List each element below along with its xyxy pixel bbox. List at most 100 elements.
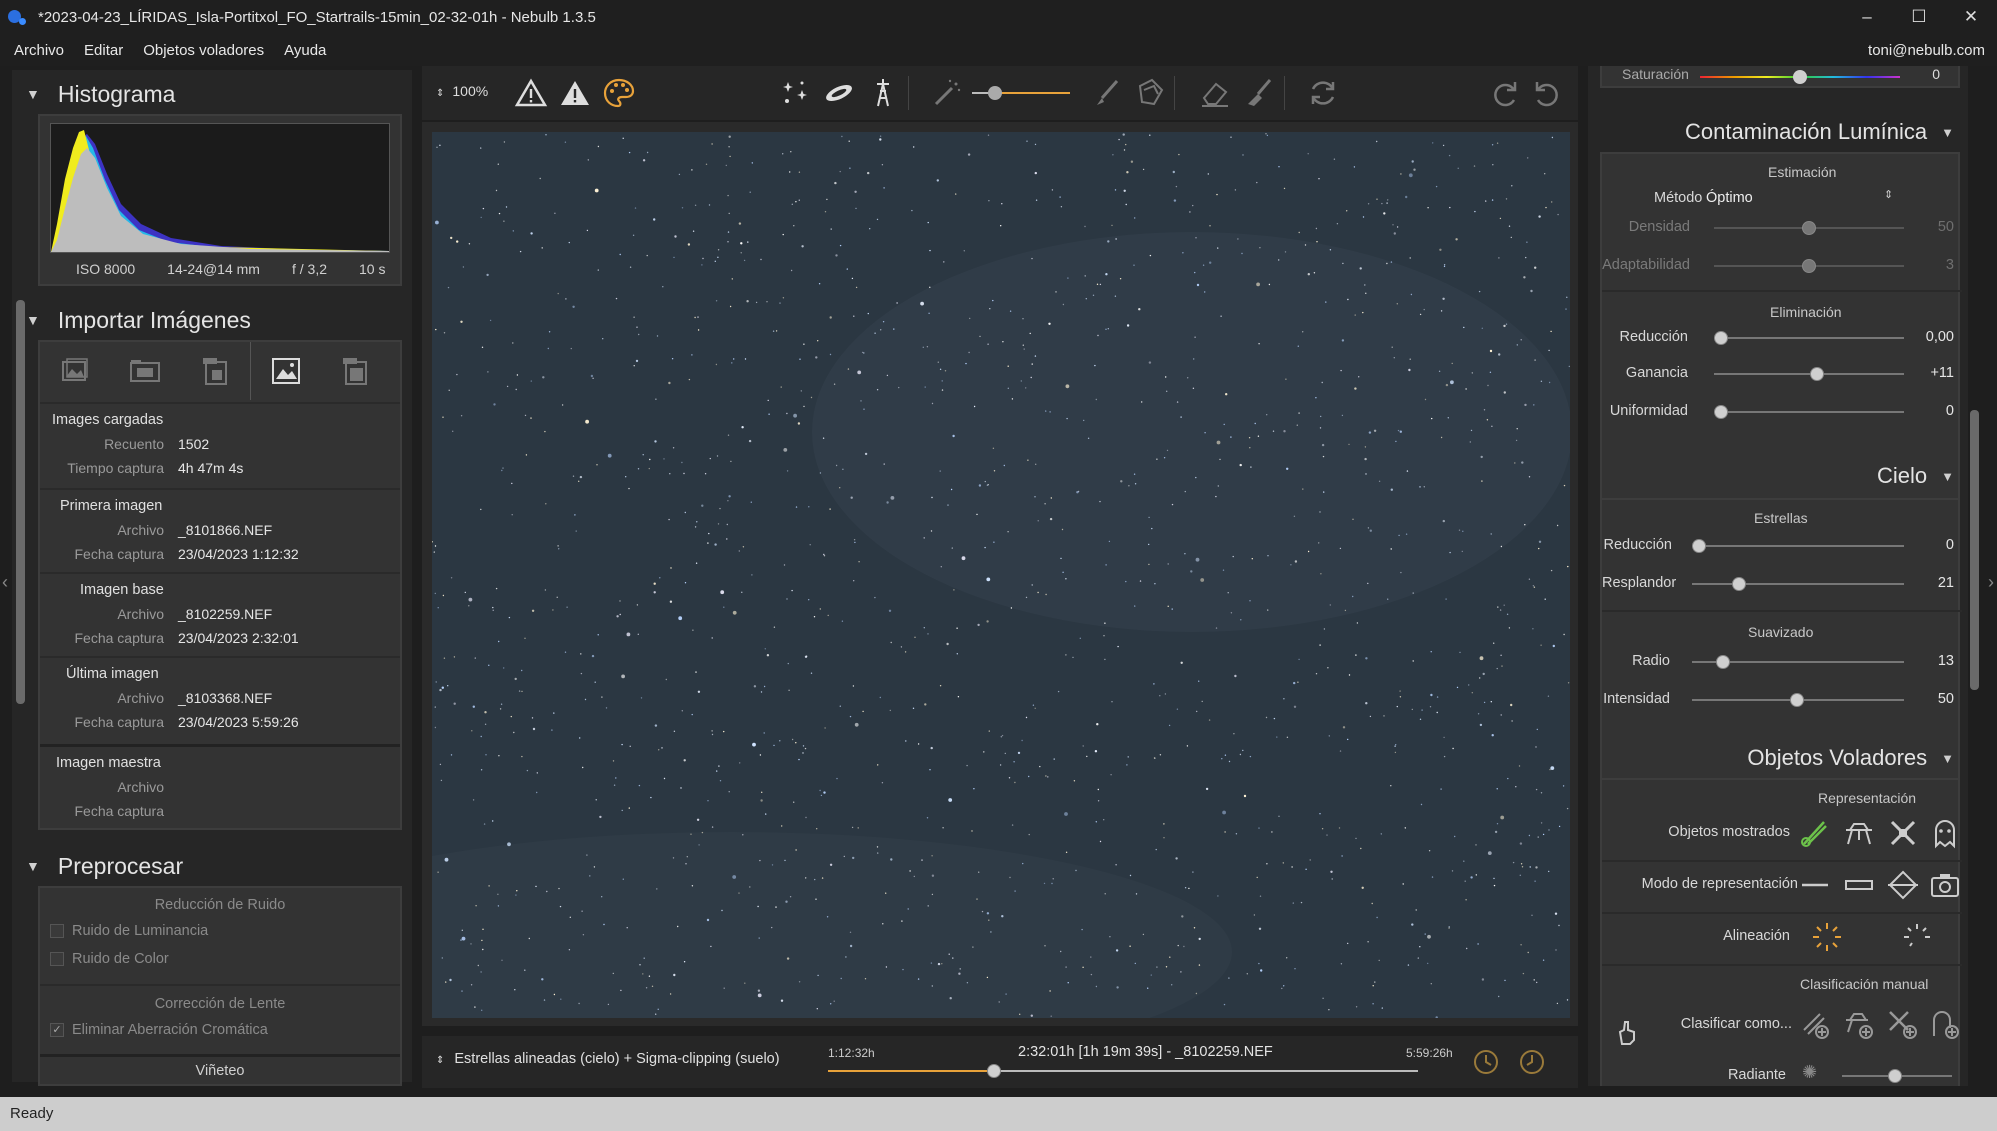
stars-icon[interactable] xyxy=(778,76,812,110)
base-image-block[interactable]: Imagen base Archivo _8102259.NEF Fecha ca… xyxy=(40,572,400,656)
reduction-slider-row[interactable]: Reducción 0,00 xyxy=(1602,324,1962,352)
menu-archivo[interactable]: Archivo xyxy=(14,42,64,59)
master-image-block[interactable]: Imagen maestra Archivo Fecha captura xyxy=(40,744,400,830)
vignette-block[interactable]: Viñeteo xyxy=(40,1054,400,1086)
stacking-mode-selector[interactable]: ⇕ Estrellas alineadas (cielo) + Sigma-cli… xyxy=(436,1051,780,1067)
add-images-icon[interactable] xyxy=(40,342,110,400)
magic-wand-icon[interactable] xyxy=(930,76,964,110)
menu-ayuda[interactable]: Ayuda xyxy=(284,42,326,59)
refresh-icon[interactable] xyxy=(1306,76,1340,110)
plane-icon[interactable] xyxy=(1842,816,1876,850)
add-folder-icon[interactable] xyxy=(110,342,180,400)
minimize-button[interactable]: – xyxy=(1841,0,1893,34)
star-reduction-track[interactable] xyxy=(1692,545,1904,547)
star xyxy=(1239,753,1242,756)
right-scrollbar[interactable] xyxy=(1970,410,1979,690)
ghost-icon[interactable] xyxy=(1928,816,1962,850)
gain-slider-row[interactable]: Ganancia +11 xyxy=(1602,360,1962,388)
reduction-track[interactable] xyxy=(1714,337,1904,339)
brush-icon[interactable] xyxy=(1090,76,1124,110)
classify-plane-icon[interactable] xyxy=(1842,1008,1876,1042)
remove-images-icon[interactable] xyxy=(180,342,250,400)
gain-handle[interactable] xyxy=(1810,367,1824,381)
gain-track[interactable] xyxy=(1714,373,1904,375)
uniformity-handle[interactable] xyxy=(1714,405,1728,419)
glow-handle[interactable] xyxy=(1732,577,1746,591)
broom-icon[interactable] xyxy=(1242,76,1276,110)
clock-forward-icon[interactable] xyxy=(1516,1046,1548,1078)
box-mode-icon[interactable] xyxy=(1842,868,1876,902)
camera-icon[interactable] xyxy=(1928,868,1962,902)
star-field-image[interactable] xyxy=(432,132,1570,1018)
satellite-icon[interactable] xyxy=(1886,816,1920,850)
user-account[interactable]: toni@nebulb.com xyxy=(1868,42,1985,59)
star xyxy=(495,587,498,590)
saturation-handle[interactable] xyxy=(1793,70,1807,84)
density-slider-row[interactable]: Densidad 50 xyxy=(1602,214,1962,242)
undo-icon[interactable] xyxy=(1530,76,1564,110)
clock-back-icon[interactable] xyxy=(1470,1046,1502,1078)
method-select[interactable]: Óptimo xyxy=(1706,190,1753,206)
lasso-icon[interactable] xyxy=(1132,76,1166,110)
menu-editar[interactable]: Editar xyxy=(84,42,123,59)
import-header[interactable]: ▼ Importar Imágenes xyxy=(26,302,251,338)
uniformity-track[interactable] xyxy=(1714,411,1904,413)
brush-size-slider[interactable] xyxy=(972,86,1070,100)
diamond-mode-icon[interactable] xyxy=(1886,868,1920,902)
intensity-slider-row[interactable]: Intensidad 50 xyxy=(1602,686,1962,714)
warning-outline-icon[interactable] xyxy=(514,76,548,110)
collapse-right-icon[interactable]: › xyxy=(1988,572,1994,593)
radiant-handle[interactable] xyxy=(1888,1069,1902,1083)
color-noise-checkbox[interactable]: Ruido de Color xyxy=(50,951,400,967)
star xyxy=(1114,189,1117,191)
timeline-track[interactable] xyxy=(828,1070,1418,1072)
set-base-image-icon[interactable] xyxy=(250,342,320,400)
timeline-handle[interactable] xyxy=(986,1064,1001,1078)
luminance-noise-checkbox[interactable]: Ruido de Luminancia xyxy=(50,923,400,939)
left-scrollbar[interactable] xyxy=(16,300,25,704)
spin-arrows-icon[interactable]: ⇕ xyxy=(1884,188,1893,201)
chromatic-aberration-checkbox[interactable]: ✓ Eliminar Aberración Cromática xyxy=(50,1022,400,1038)
adaptability-slider-row[interactable]: Adaptabilidad 3 xyxy=(1602,252,1962,280)
histogram-header[interactable]: ▼ Histograma xyxy=(26,76,175,112)
maximize-button[interactable]: ☐ xyxy=(1893,0,1945,34)
menu-objetos-voladores[interactable]: Objetos voladores xyxy=(143,42,264,59)
density-handle[interactable] xyxy=(1802,221,1816,235)
align-scatter-icon[interactable] xyxy=(1900,920,1934,954)
milky-way-icon[interactable] xyxy=(822,76,856,110)
hand-pointer-icon[interactable] xyxy=(1610,1014,1644,1048)
glow-track[interactable] xyxy=(1692,583,1904,585)
foreground-tower-icon[interactable] xyxy=(866,76,900,110)
adaptability-handle[interactable] xyxy=(1802,259,1816,273)
zoom-selector[interactable]: ⇕ 100% xyxy=(436,83,488,99)
uniformity-slider-row[interactable]: Uniformidad 0 xyxy=(1602,398,1962,426)
align-sunburst-icon[interactable] xyxy=(1810,920,1844,954)
palette-icon[interactable] xyxy=(602,76,636,110)
reduction-handle[interactable] xyxy=(1714,331,1728,345)
first-image-block[interactable]: Primera imagen Archivo _8101866.NEF Fecha… xyxy=(40,488,400,572)
radius-slider-row[interactable]: Radio 13 xyxy=(1602,648,1962,676)
collapse-left-icon[interactable]: ‹ xyxy=(2,572,8,593)
star-reduction-slider-row[interactable]: Reducción 0 xyxy=(1602,532,1962,560)
intensity-handle[interactable] xyxy=(1790,693,1804,707)
star xyxy=(733,358,735,360)
redo-icon[interactable] xyxy=(1488,76,1522,110)
classify-ghost-icon[interactable] xyxy=(1928,1008,1962,1042)
eraser-icon[interactable] xyxy=(1198,76,1232,110)
meteor-icon[interactable] xyxy=(1798,816,1832,850)
classify-satellite-icon[interactable] xyxy=(1886,1008,1920,1042)
warning-filled-icon[interactable] xyxy=(558,76,592,110)
classify-meteor-icon[interactable] xyxy=(1798,1008,1832,1042)
light-pollution-header[interactable]: Contaminación Lumínica ▼ xyxy=(1685,114,1954,150)
radiant-slider-row[interactable]: Radiante ✺ xyxy=(1602,1062,1962,1086)
glow-slider-row[interactable]: Resplandor 21 xyxy=(1602,570,1962,598)
last-image-block[interactable]: Última imagen Archivo _8103368.NEF Fecha … xyxy=(40,656,400,744)
line-mode-icon[interactable] xyxy=(1798,868,1832,902)
close-button[interactable]: ✕ xyxy=(1945,0,1997,34)
sky-header[interactable]: Cielo ▼ xyxy=(1877,458,1954,494)
remove-all-icon[interactable] xyxy=(320,342,390,400)
flying-objects-header[interactable]: Objetos Voladores ▼ xyxy=(1747,740,1954,776)
star-reduction-handle[interactable] xyxy=(1692,539,1706,553)
radius-handle[interactable] xyxy=(1716,655,1730,669)
preprocess-header[interactable]: ▼ Preprocesar xyxy=(26,848,183,884)
